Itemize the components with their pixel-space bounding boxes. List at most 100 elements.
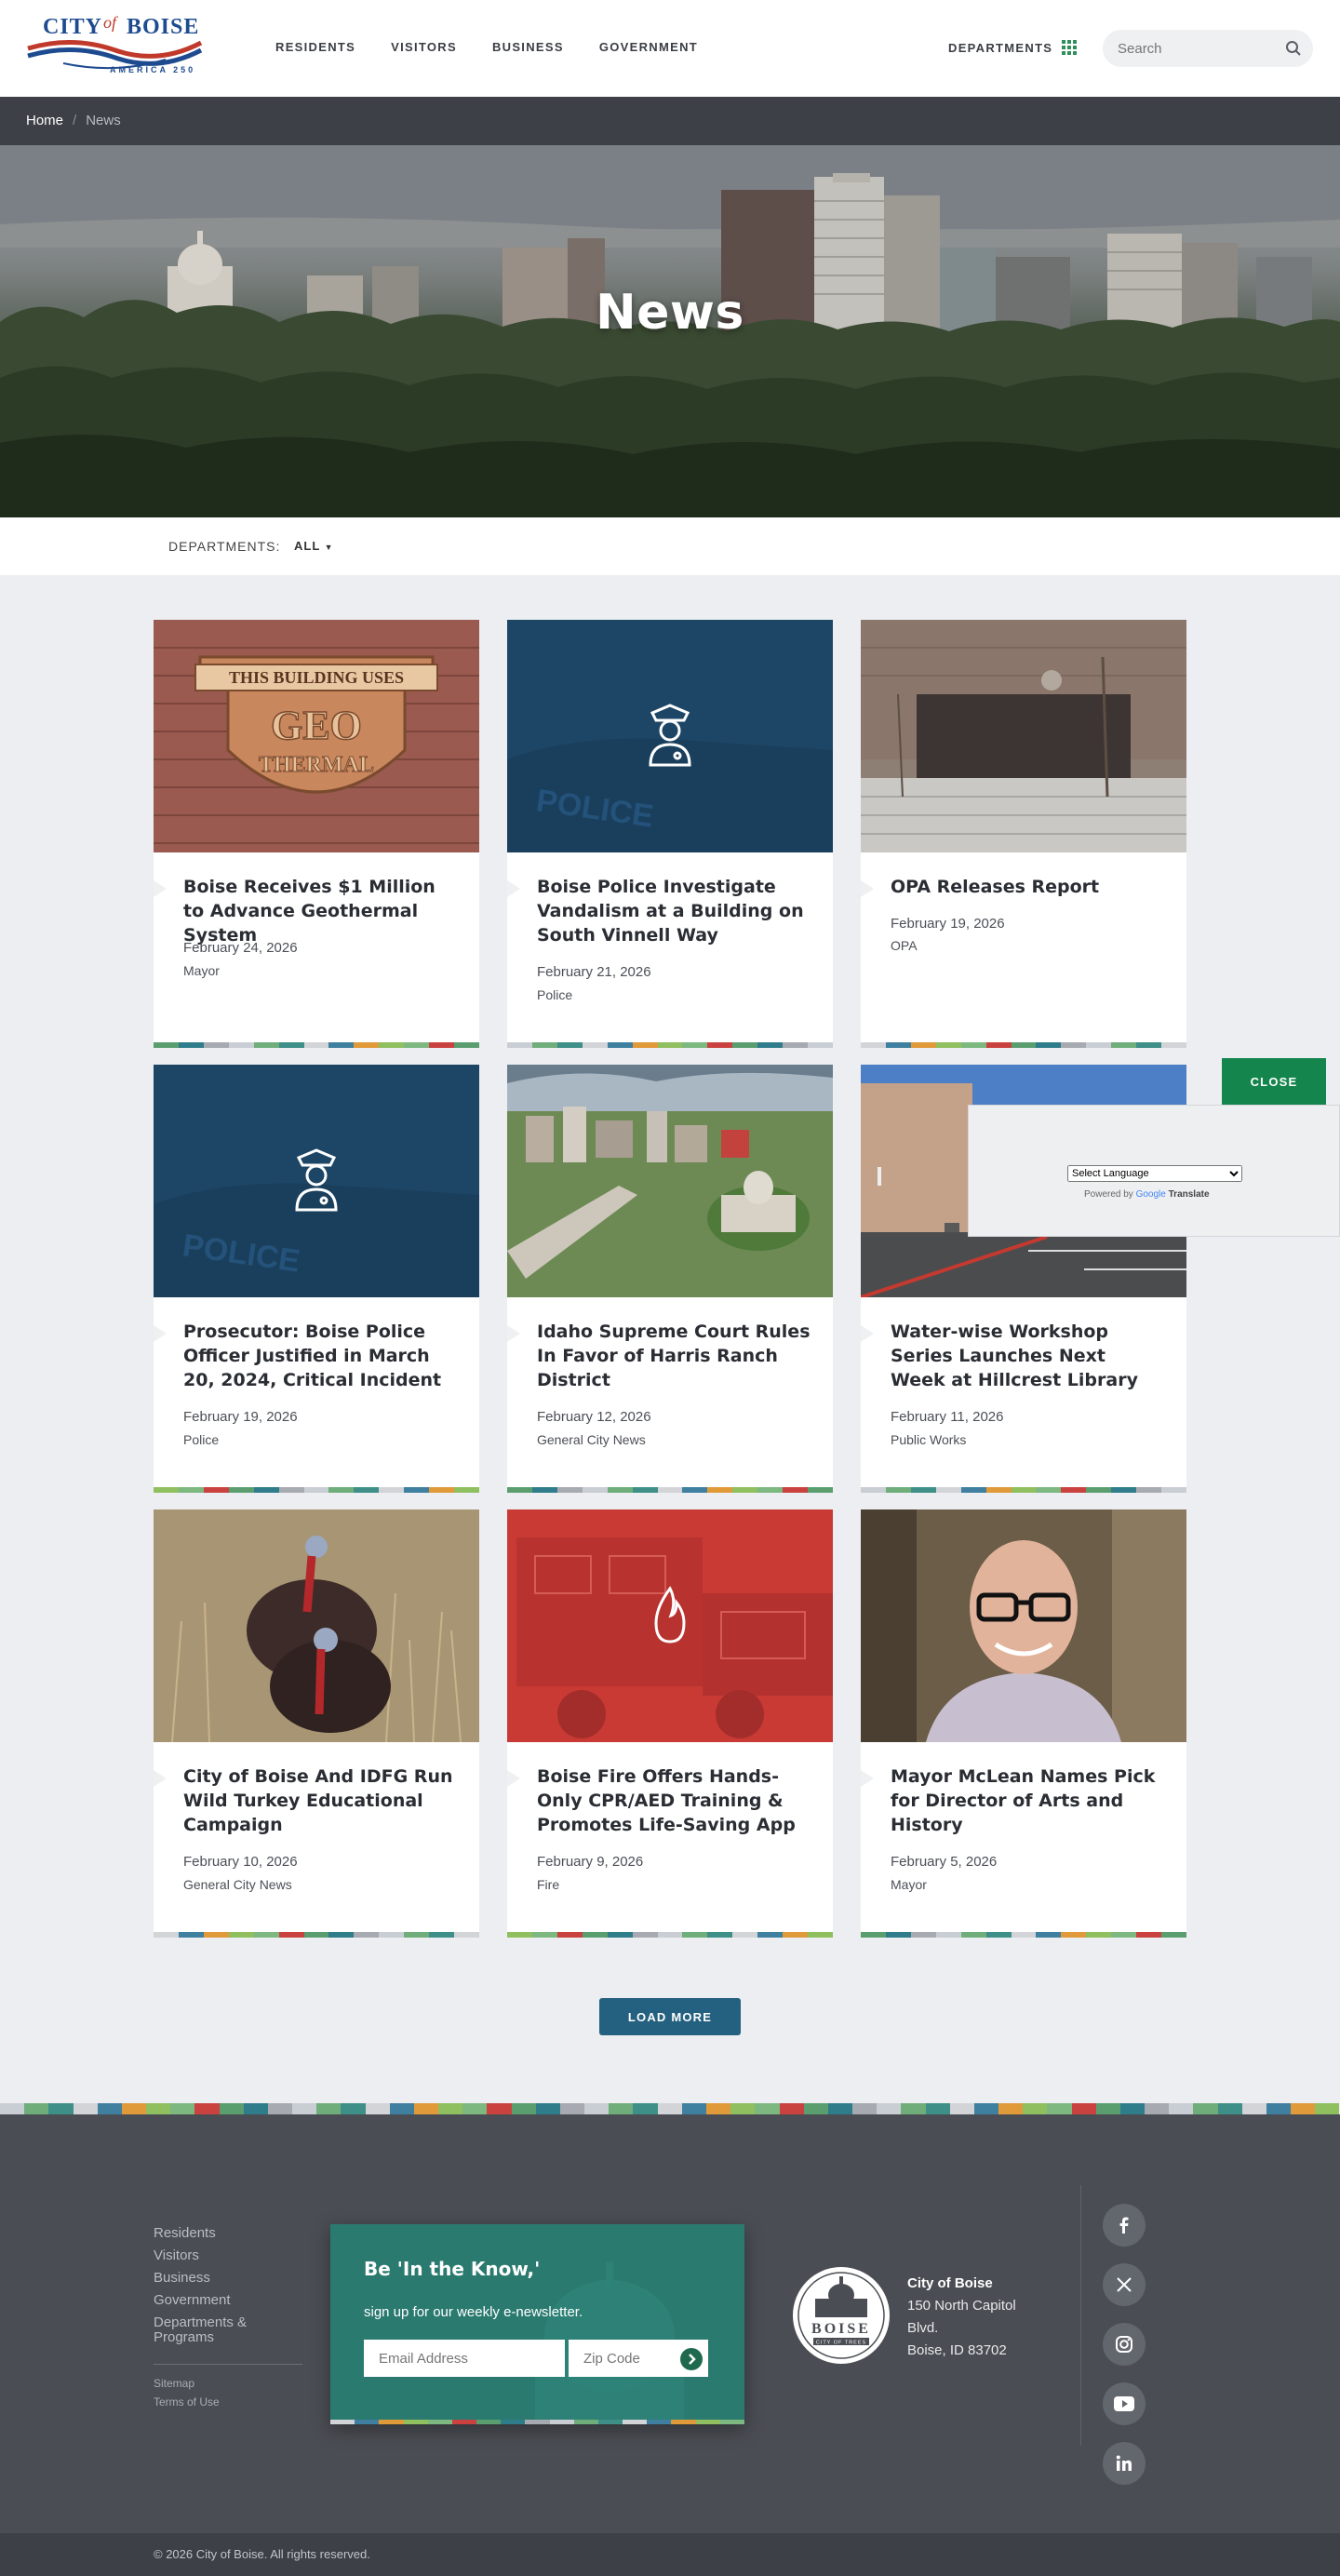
- svg-text:THERMAL: THERMAL: [259, 753, 374, 777]
- news-card[interactable]: POLICE Prosecutor: Boise Police Officer …: [154, 1065, 479, 1493]
- card-notch: [154, 1325, 167, 1342]
- news-card-department: Mayor: [183, 963, 220, 978]
- card-color-stripe: [154, 1487, 479, 1493]
- search-box: [1103, 30, 1313, 67]
- svg-text:THIS BUILDING USES: THIS BUILDING USES: [229, 668, 404, 687]
- translate-link[interactable]: Translate: [1169, 1189, 1210, 1200]
- card-color-stripe: [507, 1042, 833, 1048]
- news-card-department: General City News: [537, 1432, 646, 1447]
- card-notch: [154, 880, 167, 897]
- filter-label: DEPARTMENTS:: [168, 539, 281, 554]
- linkedin-icon[interactable]: [1103, 2442, 1146, 2485]
- departments-menu-button[interactable]: DEPARTMENTS: [948, 40, 1078, 55]
- news-card[interactable]: POLICE Boise Police Investigate Vandalis…: [507, 620, 833, 1048]
- nav-government[interactable]: GOVERNMENT: [599, 40, 698, 54]
- news-card-image-aerial-downtown: [507, 1065, 833, 1297]
- footer-link-government[interactable]: Government: [154, 2293, 265, 2308]
- nav-visitors[interactable]: VISITORS: [391, 40, 457, 54]
- zip-input[interactable]: [583, 2340, 677, 2377]
- footer-small-links: Sitemap Terms of Use: [154, 2377, 220, 2408]
- footer-link-residents[interactable]: Residents: [154, 2226, 265, 2241]
- language-select[interactable]: Select Language: [1067, 1165, 1242, 1182]
- address-line-3: Boise, ID 83702: [907, 2342, 1007, 2358]
- news-card-title[interactable]: Boise Police Investigate Vandalism at a …: [537, 875, 812, 947]
- chevron-right-icon: [689, 2354, 696, 2365]
- card-color-stripe: [154, 1042, 479, 1048]
- news-card-date: February 11, 2026: [891, 1409, 1004, 1425]
- card-color-stripe: [154, 1932, 479, 1938]
- svg-text:BOISE: BOISE: [811, 2321, 871, 2337]
- news-card-title[interactable]: Boise Receives $1 Million to Advance Geo…: [183, 875, 459, 947]
- powered-by-google: Powered by Google Translate: [1084, 1189, 1210, 1200]
- news-card-title[interactable]: Water-wise Workshop Series Launches Next…: [891, 1320, 1166, 1392]
- x-icon[interactable]: [1103, 2263, 1146, 2306]
- news-card-date: February 5, 2026: [891, 1854, 998, 1870]
- search-icon[interactable]: [1285, 40, 1302, 57]
- news-card-image-portrait: [861, 1509, 1186, 1742]
- news-card-date: February 19, 2026: [183, 1409, 298, 1425]
- nav-residents[interactable]: RESIDENTS: [275, 40, 355, 54]
- news-card-department: Police: [183, 1432, 220, 1447]
- news-card-image-wild-turkeys: [154, 1509, 479, 1742]
- search-input[interactable]: [1118, 30, 1276, 67]
- news-card[interactable]: Idaho Supreme Court Rules In Favor of Ha…: [507, 1065, 833, 1493]
- instagram-icon[interactable]: [1103, 2323, 1146, 2366]
- caret-down-icon: ▼: [324, 543, 334, 552]
- page-title: News: [596, 285, 744, 341]
- address-name: City of Boise: [907, 2275, 993, 2291]
- news-card-image-police: POLICE: [507, 620, 833, 852]
- facebook-icon[interactable]: [1103, 2204, 1146, 2247]
- news-card[interactable]: City of Boise And IDFG Run Wild Turkey E…: [154, 1509, 479, 1938]
- load-more-button[interactable]: LOAD MORE: [599, 1998, 741, 2035]
- newsletter-subtitle: sign up for our weekly e-newsletter.: [364, 2304, 583, 2320]
- news-card-department: Public Works: [891, 1432, 967, 1447]
- department-filter-bar: DEPARTMENTS: ALL ▼: [0, 517, 1340, 575]
- news-card-date: February 10, 2026: [183, 1854, 298, 1870]
- card-color-stripe: [861, 1487, 1186, 1493]
- card-color-stripe: [507, 1487, 833, 1493]
- footer-link-departments[interactable]: Departments & Programs: [154, 2315, 265, 2345]
- email-input[interactable]: [364, 2340, 565, 2377]
- news-card-date: February 12, 2026: [537, 1409, 651, 1425]
- department-filter-dropdown[interactable]: ALL ▼: [294, 539, 334, 553]
- news-card-department: OPA: [891, 938, 918, 953]
- news-card-title[interactable]: Mayor McLean Names Pick for Director of …: [891, 1764, 1166, 1837]
- logo-boise-text: BOISE: [127, 15, 200, 39]
- city-of-boise-logo[interactable]: CITY of BOISE AMERICA 250: [26, 13, 203, 86]
- svg-text:GEO: GEO: [271, 703, 362, 748]
- logo-america-text: AMERICA 250: [110, 65, 196, 74]
- card-notch: [154, 1770, 167, 1787]
- footer-color-stripe: [0, 2103, 1340, 2114]
- city-address: City of Boise 150 North Capitol Blvd. Bo…: [907, 2273, 1016, 2362]
- news-card-title[interactable]: Boise Fire Offers Hands-Only CPR/AED Tra…: [537, 1764, 812, 1837]
- news-card-title[interactable]: City of Boise And IDFG Run Wild Turkey E…: [183, 1764, 459, 1837]
- breadcrumb-home[interactable]: Home: [26, 113, 63, 128]
- translate-widget: Select Language Powered by Google Transl…: [968, 1105, 1340, 1237]
- footer-link-business[interactable]: Business: [154, 2271, 265, 2286]
- translate-close-button[interactable]: CLOSE: [1222, 1058, 1326, 1105]
- sitemap-link[interactable]: Sitemap: [154, 2377, 220, 2390]
- nav-business[interactable]: BUSINESS: [492, 40, 564, 54]
- youtube-icon[interactable]: [1103, 2382, 1146, 2425]
- news-card-department: Fire: [537, 1877, 560, 1892]
- svg-text:CITY OF TREES: CITY OF TREES: [816, 2341, 866, 2346]
- terms-link[interactable]: Terms of Use: [154, 2395, 220, 2408]
- departments-label: DEPARTMENTS: [948, 40, 1053, 55]
- news-card[interactable]: OPA Releases Report February 19, 2026 OP…: [861, 620, 1186, 1048]
- news-card-image-fire: [507, 1509, 833, 1742]
- news-card-title[interactable]: Prosecutor: Boise Police Officer Justifi…: [183, 1320, 459, 1392]
- boise-seal-logo[interactable]: BOISE CITY OF TREES: [791, 2265, 891, 2366]
- news-card-title[interactable]: Idaho Supreme Court Rules In Favor of Ha…: [537, 1320, 812, 1392]
- news-card-image-city-hall: [861, 620, 1186, 852]
- card-notch: [861, 880, 874, 897]
- submit-arrow-button[interactable]: [680, 2348, 703, 2370]
- news-card[interactable]: Mayor McLean Names Pick for Director of …: [861, 1509, 1186, 1938]
- news-card-title[interactable]: OPA Releases Report: [891, 875, 1166, 899]
- card-notch: [507, 1770, 520, 1787]
- breadcrumb-separator: /: [73, 113, 77, 128]
- footer-link-visitors[interactable]: Visitors: [154, 2248, 265, 2263]
- copyright-bar: © 2026 City of Boise. All rights reserve…: [0, 2533, 1340, 2576]
- news-card[interactable]: THIS BUILDING USES GEO THERMAL Boise Rec…: [154, 620, 479, 1048]
- card-color-stripe: [507, 1932, 833, 1938]
- news-card[interactable]: Boise Fire Offers Hands-Only CPR/AED Tra…: [507, 1509, 833, 1938]
